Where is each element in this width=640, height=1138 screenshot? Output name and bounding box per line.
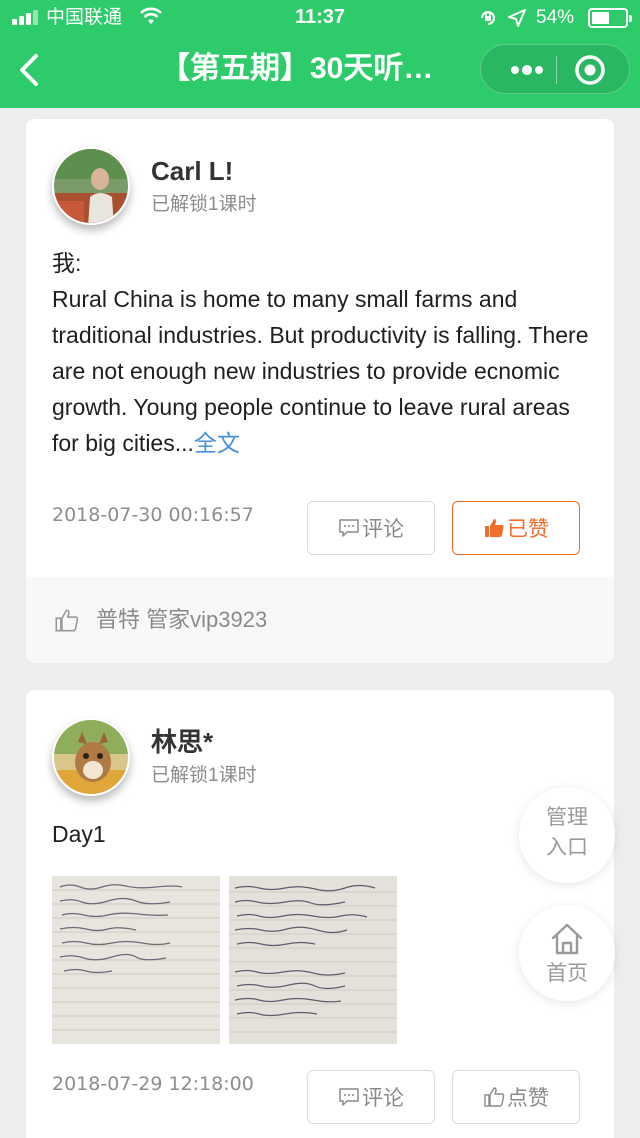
- back-icon[interactable]: [14, 52, 44, 88]
- manage-label-line2: 入口: [546, 836, 588, 859]
- close-circle-icon[interactable]: [573, 53, 607, 87]
- like-button[interactable]: 点赞: [452, 1070, 580, 1124]
- post-body: Rural China is home to many small farms …: [52, 286, 589, 456]
- home-button[interactable]: 首页: [519, 905, 615, 1001]
- like-label: 已赞: [507, 518, 549, 541]
- thumbs-up-icon: [55, 609, 79, 632]
- post-card: Carl L! 已解锁1课时 我: Rural China is home to…: [26, 119, 614, 663]
- avatar[interactable]: [52, 718, 130, 796]
- post-date: 2018-07-30 00:16:57: [52, 504, 254, 526]
- post-body: Day1: [52, 821, 106, 847]
- mini-program-capsule: [480, 44, 630, 94]
- lock-rotation-icon: [481, 11, 495, 25]
- manage-entry-button[interactable]: 管理 入口: [519, 787, 615, 883]
- more-icon[interactable]: [499, 45, 555, 95]
- user-name[interactable]: 林思*: [151, 726, 213, 758]
- liked-by-names[interactable]: 普特 管家vip3923: [96, 605, 267, 635]
- top-bar: 中国联通 11:37 54% 【第五期】30天听…: [0, 0, 640, 108]
- like-label: 点赞: [507, 1087, 549, 1110]
- battery-icon: [588, 8, 632, 28]
- page-title: 【第五期】30天听…: [160, 52, 434, 85]
- comment-button[interactable]: 评论: [307, 1070, 435, 1124]
- post-card: 林思* 已解锁1课时 Day1 2018-07-29 12:18:00 评论 点…: [26, 690, 614, 1138]
- unlock-status: 已解锁1课时: [151, 194, 257, 215]
- comment-icon: [339, 1088, 359, 1106]
- home-icon: [551, 923, 583, 955]
- post-text: Day1: [52, 816, 597, 852]
- comment-label: 评论: [362, 1087, 404, 1110]
- post-date: 2018-07-29 12:18:00: [52, 1073, 254, 1095]
- battery-percent: 54%: [536, 7, 575, 28]
- location-icon: [508, 9, 526, 27]
- avatar[interactable]: [52, 147, 130, 225]
- comment-icon: [339, 519, 359, 537]
- post-text: 我: Rural China is home to many small far…: [52, 245, 597, 461]
- user-name[interactable]: Carl L!: [151, 155, 233, 187]
- thumbs-up-icon: [485, 519, 504, 537]
- post-label: 我:: [52, 250, 82, 276]
- status-bar: 中国联通 11:37 54%: [0, 0, 640, 36]
- thumbs-up-icon: [484, 1087, 505, 1107]
- comment-button[interactable]: 评论: [307, 501, 435, 555]
- like-button[interactable]: 已赞: [452, 501, 580, 555]
- comment-label: 评论: [362, 518, 404, 541]
- post-image[interactable]: [229, 876, 397, 1044]
- manage-label-line1: 管理: [546, 806, 588, 829]
- unlock-status: 已解锁1课时: [151, 765, 257, 786]
- full-text-link[interactable]: 全文: [194, 430, 240, 456]
- liked-by-bar: 普特 管家vip3923: [26, 577, 614, 663]
- post-image[interactable]: [52, 876, 220, 1044]
- home-label: 首页: [546, 962, 588, 985]
